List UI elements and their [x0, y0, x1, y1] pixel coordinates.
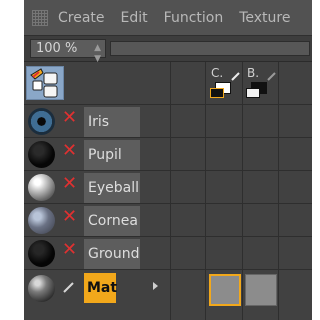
object-name: Ground — [84, 239, 140, 269]
texture-column-label: C. — [211, 66, 224, 80]
material-tags-header-icon[interactable] — [26, 66, 64, 100]
texture-column-label: B. — [247, 66, 260, 80]
object-name: Iris — [84, 107, 140, 137]
expand-arrow-icon[interactable] — [153, 282, 158, 290]
object-row-ground[interactable]: ✕ Ground — [24, 237, 312, 270]
iris-eye-icon — [28, 108, 55, 135]
pen-icon[interactable] — [62, 280, 76, 294]
zoom-toolbar: 100 % ▲ ▼ — [24, 36, 312, 64]
black-sphere-icon — [28, 141, 55, 168]
menu-edit[interactable]: Edit — [121, 10, 148, 26]
object-name: Pupil — [84, 140, 140, 170]
object-name: Eyeball — [84, 173, 140, 203]
texture-swatch-icon — [246, 88, 260, 98]
disabled-x-icon[interactable]: ✕ — [62, 109, 77, 127]
texture-column-b[interactable]: B. — [245, 66, 277, 102]
zoom-value: 100 % — [36, 41, 78, 56]
zoom-input[interactable]: 100 % ▲ ▼ — [30, 39, 106, 64]
menu-texture[interactable]: Texture — [239, 10, 290, 26]
black-sphere-icon — [28, 240, 55, 267]
texture-slot-b[interactable] — [245, 274, 277, 306]
grip-icon[interactable] — [32, 9, 48, 26]
texture-slot-c[interactable] — [209, 274, 241, 306]
object-name: Cornea — [84, 206, 140, 236]
object-row-cornea[interactable]: ✕ Cornea — [24, 204, 312, 237]
material-name[interactable]: Mat — [84, 273, 117, 303]
object-row-eyeball[interactable]: ✕ Eyeball — [24, 171, 312, 204]
object-row-iris[interactable]: ✕ Iris — [24, 105, 312, 138]
shaded-sphere-icon — [28, 275, 55, 302]
disabled-x-icon[interactable]: ✕ — [62, 175, 77, 193]
material-row-mat[interactable]: Mat — [24, 270, 312, 310]
disabled-x-icon[interactable]: ✕ — [62, 241, 77, 259]
disabled-x-icon[interactable]: ✕ — [62, 142, 77, 160]
object-row-pupil[interactable]: ✕ Pupil — [24, 138, 312, 171]
glass-sphere-icon — [28, 207, 55, 234]
menu-function[interactable]: Function — [164, 10, 224, 26]
material-grid: C. B. ✕ Iris ✕ Pupil ✕ Eyeball ✕ Cornea … — [24, 62, 312, 320]
menu-create[interactable]: Create — [58, 10, 105, 26]
shiny-sphere-icon — [28, 174, 55, 201]
menu-bar: Create Edit Function Texture — [24, 0, 312, 36]
disabled-x-icon[interactable]: ✕ — [62, 208, 77, 226]
pen-icon — [231, 66, 241, 81]
material-node-panel: Create Edit Function Texture 100 % ▲ ▼ C… — [24, 0, 312, 320]
texture-column-c[interactable]: C. — [209, 66, 241, 102]
pen-icon — [267, 66, 277, 81]
texture-swatch-icon — [210, 88, 224, 98]
zoom-slider[interactable] — [110, 41, 310, 56]
